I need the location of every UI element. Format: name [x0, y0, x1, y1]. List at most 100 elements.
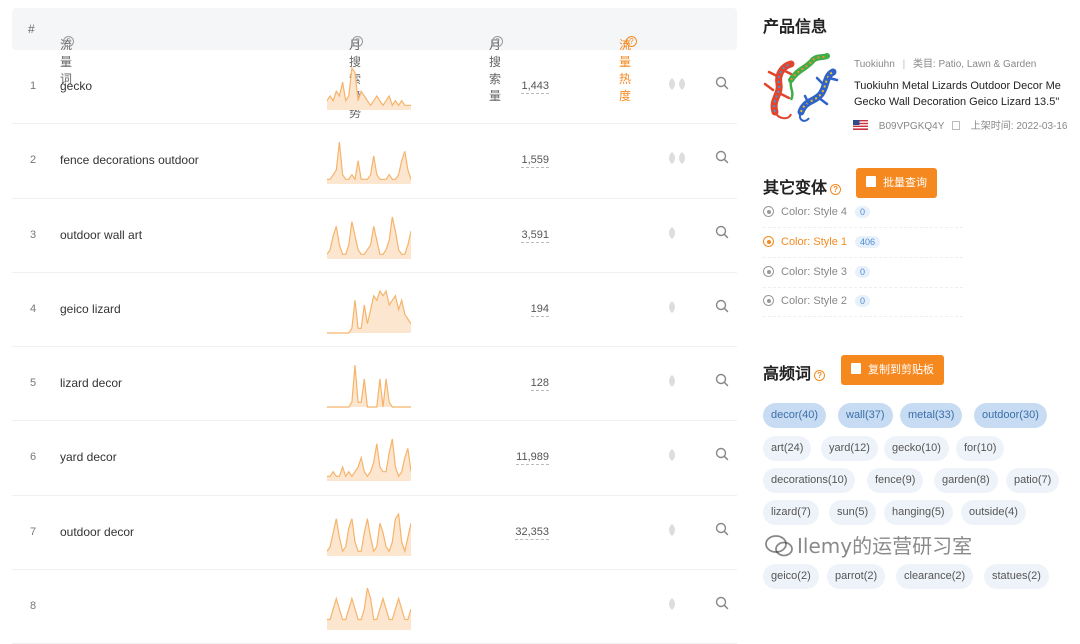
search-volume[interactable]: 1,443: [521, 80, 549, 94]
keyword-tag[interactable]: for(10): [956, 436, 1005, 461]
search-volume[interactable]: 11,989: [516, 451, 549, 466]
help-icon[interactable]: ?: [63, 36, 74, 47]
copy-icon[interactable]: [951, 121, 960, 130]
radio-icon[interactable]: [763, 236, 774, 247]
trend-sparkline: [327, 142, 411, 185]
variant-item[interactable]: Color: Style 1 406: [763, 236, 881, 248]
table-row[interactable]: 3 outdoor wall art 3,591: [12, 199, 737, 273]
search-icon[interactable]: [715, 447, 729, 461]
trend-sparkline: [327, 66, 411, 110]
keyword-tag[interactable]: statues(2): [984, 564, 1049, 589]
table-row[interactable]: 8: [12, 570, 737, 644]
search-icon[interactable]: [715, 522, 729, 536]
keyword-tag[interactable]: garden(8): [934, 468, 998, 493]
keyword-table: # 流量词? 月搜索趋势? 月搜索量? 流量热度↓? 1 gecko 1,443 2 f…: [12, 8, 737, 644]
product-meta: Tuokiuhn | 类目: Patio, Lawn & Garden: [854, 59, 1037, 70]
row-index: 2: [30, 154, 37, 167]
table-row[interactable]: 4 geico lizard 194: [12, 273, 737, 348]
search-volume[interactable]: 128: [530, 377, 549, 392]
search-volume[interactable]: 1,559: [521, 154, 549, 169]
variant-count: 406: [855, 236, 881, 248]
keyword-text[interactable]: outdoor wall art: [60, 228, 142, 242]
table-row[interactable]: 5 lizard decor 128: [12, 347, 737, 422]
keyword-tag[interactable]: wall(37): [838, 403, 893, 428]
keyword-tag[interactable]: geico(2): [763, 564, 819, 589]
help-icon[interactable]: ?: [352, 36, 363, 47]
trend-area: [327, 216, 411, 259]
keyword-tag[interactable]: parrot(2): [827, 564, 886, 589]
keyword-text[interactable]: geico lizard: [60, 302, 121, 316]
product-info-title: 产品信息: [763, 19, 828, 36]
keyword-tag[interactable]: art(24): [763, 436, 812, 461]
table-row[interactable]: 7 outdoor decor 32,353: [12, 496, 737, 571]
keyword-tag[interactable]: metal(33): [900, 403, 963, 428]
radio-icon[interactable]: [763, 266, 774, 277]
keyword-tag[interactable]: yard(12): [821, 436, 878, 461]
divider: [763, 257, 963, 258]
variant-item[interactable]: Color: Style 20: [763, 295, 871, 307]
search-volume[interactable]: 194: [530, 303, 549, 317]
keyword-tag[interactable]: hanging(5): [884, 500, 953, 525]
radio-icon[interactable]: [763, 295, 774, 306]
help-icon[interactable]: ?: [814, 370, 826, 381]
search-icon[interactable]: [715, 150, 729, 164]
clipboard-icon: [851, 363, 861, 374]
trend-area: [327, 290, 411, 333]
variant-item[interactable]: Color: Style 40: [763, 206, 871, 218]
divider: [763, 227, 963, 228]
keyword-tag[interactable]: outside(4): [961, 500, 1026, 525]
keyword-tag[interactable]: sun(5): [829, 500, 877, 525]
keyword-tag[interactable]: outdoor(30): [974, 403, 1047, 428]
heat-leaf-icon: [667, 523, 677, 540]
keyword-text[interactable]: yard decor: [60, 450, 117, 464]
batch-query-button[interactable]: 批量查询: [856, 168, 937, 198]
variants-title: 其它变体?: [763, 174, 842, 198]
copy-to-clipboard-button[interactable]: 复制到剪贴板: [841, 355, 944, 385]
keyword-tag[interactable]: fence(9): [867, 468, 924, 493]
keyword-tag[interactable]: patio(7): [1006, 468, 1060, 493]
row-index: 5: [30, 377, 37, 390]
trend-sparkline: [327, 439, 411, 482]
search-volume[interactable]: 32,353: [515, 526, 549, 540]
keyword-tag[interactable]: clearance(2): [896, 564, 974, 589]
keyword-tag[interactable]: lizard(7): [763, 500, 819, 525]
variant-item[interactable]: Color: Style 30: [763, 266, 871, 278]
variant-count: 0: [855, 206, 871, 218]
trend-sparkline: [327, 289, 411, 334]
help-icon[interactable]: ?: [626, 36, 637, 47]
search-icon[interactable]: [715, 225, 729, 239]
search-volume[interactable]: 3,591: [521, 229, 549, 243]
heat-leaf-icon: [667, 77, 687, 94]
right-panel: 产品信息 Tuokiuhn | 类目: Patio, Lawn & Garden…: [745, 0, 1080, 597]
keyword-tag[interactable]: gecko(10): [884, 436, 949, 461]
variant-count: 0: [855, 295, 871, 307]
keyword-text[interactable]: outdoor decor: [60, 525, 134, 539]
search-icon[interactable]: [715, 76, 729, 90]
keyword-tag[interactable]: decor(40): [763, 403, 827, 428]
watermark: Ilemy的运营研习室: [765, 530, 972, 559]
trend-sparkline: [327, 216, 411, 259]
product-title[interactable]: Tuokiuhn Metal Lizards Outdoor Decor Me …: [854, 78, 1061, 110]
asin-value: B09VPGKQ4Y: [878, 121, 945, 132]
keyword-tag[interactable]: decorations(10): [763, 468, 856, 493]
table-header: # 流量词? 月搜索趋势? 月搜索量? 流量热度↓?: [12, 8, 737, 120]
table-row[interactable]: 1 gecko 1,443: [12, 50, 737, 125]
search-icon[interactable]: [715, 373, 729, 387]
help-icon[interactable]: ?: [492, 36, 503, 47]
help-icon[interactable]: ?: [830, 184, 842, 195]
table-row[interactable]: 2 fence decorations outdoor 1,559: [12, 124, 737, 199]
trend-sparkline: [327, 512, 411, 556]
search-icon[interactable]: [715, 596, 729, 610]
radio-icon[interactable]: [763, 206, 774, 217]
keyword-text[interactable]: lizard decor: [60, 376, 122, 390]
row-index: 3: [30, 228, 37, 241]
row-index: 1: [30, 80, 37, 92]
row-index: 7: [30, 525, 37, 538]
table-row[interactable]: 6 yard decor 11,989: [12, 421, 737, 496]
keyword-text[interactable]: fence decorations outdoor: [60, 153, 199, 167]
keyword-text[interactable]: gecko: [60, 79, 92, 93]
search-icon[interactable]: [715, 299, 729, 313]
brand-link[interactable]: Tuokiuhn: [854, 59, 895, 70]
launch-date: 上架时间: 2022-03-16: [970, 121, 1068, 132]
category-label: 类目: Patio, Lawn & Garden: [912, 59, 1037, 70]
